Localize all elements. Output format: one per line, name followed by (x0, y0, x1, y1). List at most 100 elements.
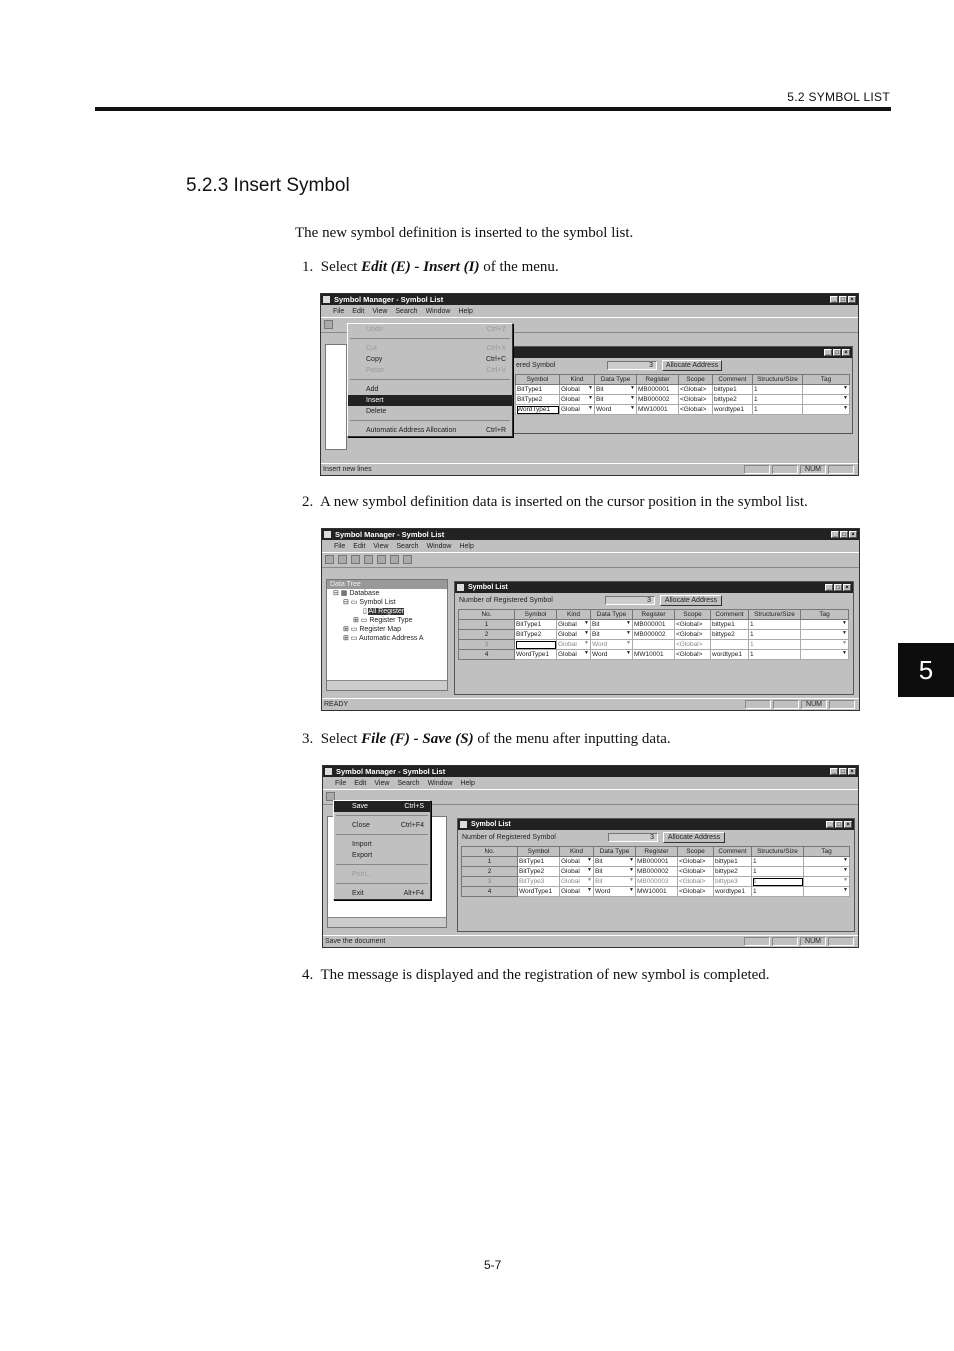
cell-register[interactable]: MB000001 (636, 384, 679, 395)
cell-data-type[interactable]: Bit (593, 856, 636, 867)
cell-comment[interactable]: wordtype1 (712, 404, 753, 415)
cell-comment[interactable]: wordtype1 (710, 649, 749, 660)
cut-icon[interactable] (364, 555, 373, 564)
cell-tag[interactable] (802, 384, 850, 395)
menu-edit[interactable]: Edit (352, 306, 364, 317)
minimize-icon[interactable]: _ (825, 584, 833, 591)
menu-item-insert[interactable]: Insert (348, 395, 512, 406)
cell-register[interactable]: MB000002 (636, 394, 679, 405)
menu-window[interactable]: Window (428, 778, 453, 789)
cell-symbol[interactable]: WordType1 (515, 404, 560, 415)
close-icon[interactable]: × (848, 768, 856, 775)
cell-no[interactable]: 4 (461, 886, 518, 897)
maximize-icon[interactable]: □ (833, 349, 841, 356)
cell-size[interactable]: 1 (752, 404, 803, 415)
maximize-icon[interactable]: □ (835, 821, 843, 828)
minimize-icon[interactable]: _ (830, 296, 838, 303)
cell-data-type[interactable]: Word (594, 404, 637, 415)
menu-item-export[interactable]: Export (334, 850, 430, 861)
col-comment[interactable]: Comment (710, 609, 749, 620)
cell-tag[interactable] (800, 649, 849, 660)
cell-register[interactable]: MW10001 (636, 404, 679, 415)
menu-item-import[interactable]: Import (334, 839, 430, 850)
cell-tag[interactable] (802, 404, 850, 415)
maximize-icon[interactable]: □ (839, 296, 847, 303)
cell-tag[interactable] (802, 394, 850, 405)
cell-tag[interactable] (800, 639, 849, 650)
horizontal-scrollbar[interactable] (327, 680, 447, 690)
cell-symbol[interactable]: BitType3 (517, 876, 560, 887)
cell-register[interactable]: MB000002 (635, 866, 678, 877)
col-symbol[interactable]: Symbol (514, 609, 557, 620)
cell-no[interactable]: 1 (458, 619, 515, 630)
tree-node-auto-address[interactable]: ⊞ ▭ Automatic Address A (327, 634, 447, 643)
cell-symbol[interactable]: BitType1 (514, 619, 557, 630)
close-icon[interactable]: × (848, 296, 856, 303)
minimize-icon[interactable]: _ (831, 531, 839, 538)
cell-data-type[interactable]: Bit (594, 384, 637, 395)
col-data-type[interactable]: Data Type (590, 609, 633, 620)
cell-size[interactable]: 1 (751, 876, 804, 887)
cell-scope[interactable]: <Global> (677, 866, 714, 877)
menu-search[interactable]: Search (395, 306, 417, 317)
menu-item-paste[interactable]: Paste Ctrl+V (348, 365, 512, 376)
col-scope[interactable]: Scope (674, 609, 711, 620)
col-tag[interactable]: Tag (800, 609, 849, 620)
col-scope[interactable]: Scope (678, 374, 713, 385)
maximize-icon[interactable]: □ (834, 584, 842, 591)
menu-edit[interactable]: Edit (354, 778, 366, 789)
cell-size[interactable]: 1 (752, 384, 803, 395)
cell-scope[interactable]: <Global> (677, 856, 714, 867)
open-icon[interactable] (338, 555, 347, 564)
tree-node-symbol-list[interactable]: ⊟ ▭ Symbol List (327, 598, 447, 607)
cell-comment[interactable]: bittype3 (713, 876, 752, 887)
menu-view[interactable]: View (373, 541, 388, 552)
menu-view[interactable]: View (372, 306, 387, 317)
cell-size[interactable]: 1 (751, 886, 804, 897)
cell-kind[interactable]: Global (559, 866, 594, 877)
menu-file[interactable]: File (333, 306, 344, 317)
cell-symbol[interactable]: BitType2 (517, 866, 560, 877)
col-tag[interactable]: Tag (802, 374, 850, 385)
col-kind[interactable]: Kind (559, 374, 595, 385)
col-comment[interactable]: Comment (712, 374, 753, 385)
col-comment[interactable]: Comment (713, 846, 752, 857)
cell-scope[interactable]: <Global> (674, 619, 711, 630)
menu-item-delete[interactable]: Delete (348, 406, 512, 417)
cell-data-type[interactable]: Word (590, 649, 633, 660)
tree-node-register-type[interactable]: ⊞ ▭ Register Type (327, 616, 447, 625)
cell-scope[interactable]: <Global> (674, 649, 711, 660)
tree-node-all-register[interactable]: ▯ All Register (327, 607, 447, 616)
cell-symbol[interactable]: BitType1 (517, 856, 560, 867)
cell-size[interactable]: 1 (748, 619, 801, 630)
cell-data-type[interactable]: Bit (594, 394, 637, 405)
cell-symbol[interactable]: WordType1 (517, 886, 560, 897)
col-tag[interactable]: Tag (803, 846, 850, 857)
minimize-icon[interactable]: _ (826, 821, 834, 828)
menu-item-add[interactable]: Add (348, 384, 512, 395)
cell-no[interactable]: 3 (458, 639, 515, 650)
cell-kind[interactable]: Global (556, 619, 591, 630)
col-scope[interactable]: Scope (677, 846, 714, 857)
menu-file[interactable]: File (334, 541, 345, 552)
col-data-type[interactable]: Data Type (594, 374, 637, 385)
col-symbol[interactable]: Symbol (517, 846, 560, 857)
cell-comment[interactable]: bittype1 (713, 856, 752, 867)
cell-no[interactable]: 2 (461, 866, 518, 877)
col-kind[interactable]: Kind (556, 609, 591, 620)
cell-comment[interactable] (710, 639, 749, 650)
cell-tag[interactable] (800, 619, 849, 630)
cell-symbol[interactable]: BitType1 (515, 384, 560, 395)
maximize-icon[interactable]: □ (840, 531, 848, 538)
cell-kind[interactable]: Global (556, 639, 591, 650)
cell-register[interactable]: MB000001 (632, 619, 675, 630)
cell-kind[interactable]: Global (559, 876, 594, 887)
cell-data-type[interactable]: Bit (593, 876, 636, 887)
menu-item-undo[interactable]: Undo Ctrl+Z (348, 324, 512, 335)
cell-kind[interactable]: Global (559, 856, 594, 867)
cell-tag[interactable] (803, 866, 850, 877)
cell-data-type[interactable]: Word (593, 886, 636, 897)
cell-kind[interactable]: Global (559, 886, 594, 897)
paste-icon[interactable] (390, 555, 399, 564)
cell-comment[interactable]: bittype2 (712, 394, 753, 405)
